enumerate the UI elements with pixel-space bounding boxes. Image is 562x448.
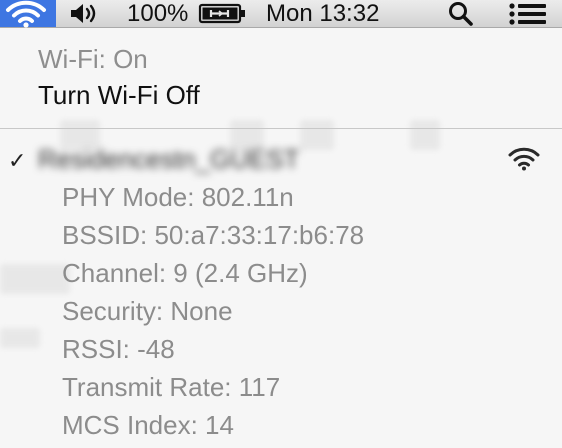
menu-bar: 100% Mon 13:32 — [0, 0, 562, 28]
rssi: RSSI: -48 — [62, 334, 175, 364]
mcs-index: MCS Index: 14 — [62, 410, 234, 440]
wifi-icon — [6, 0, 46, 28]
network-name: Residencestn_GUEST — [38, 144, 300, 174]
screen: 100% Mon 13:32 Wi-Fi: On Turn Wi-Fi Off … — [0, 0, 562, 448]
network-item[interactable]: ✓ Residencestn_GUEST — [0, 142, 562, 182]
wifi-signal-icon — [508, 147, 540, 171]
channel: Channel: 9 (2.4 GHz) — [62, 258, 308, 288]
background-blur — [0, 328, 40, 348]
spotlight-search-icon[interactable] — [446, 0, 476, 27]
wifi-menu-extra[interactable] — [0, 0, 56, 28]
security: Security: None — [62, 296, 233, 326]
transmit-rate: Transmit Rate: 117 — [62, 372, 281, 402]
menu-separator — [0, 128, 562, 129]
wifi-dropdown-menu: Wi-Fi: On Turn Wi-Fi Off ✓ Residencestn_… — [0, 28, 562, 448]
bssid: BSSID: 50:a7:33:17:b6:78 — [62, 220, 365, 250]
battery-percentage[interactable]: 100% — [127, 0, 188, 27]
wifi-status: Wi-Fi: On — [38, 44, 148, 74]
battery-charging-icon[interactable] — [198, 0, 248, 27]
clock[interactable]: Mon 13:32 — [266, 0, 379, 27]
volume-icon[interactable] — [68, 0, 100, 27]
checkmark-icon: ✓ — [8, 148, 27, 173]
phy-mode: PHY Mode: 802.11n — [62, 182, 294, 212]
background-blur — [0, 264, 70, 294]
network-details: PHY Mode: 802.11n BSSID: 50:a7:33:17:b6:… — [62, 178, 364, 444]
notification-center-icon[interactable] — [506, 0, 550, 27]
turn-wifi-off-item[interactable]: Turn Wi-Fi Off — [38, 80, 200, 111]
